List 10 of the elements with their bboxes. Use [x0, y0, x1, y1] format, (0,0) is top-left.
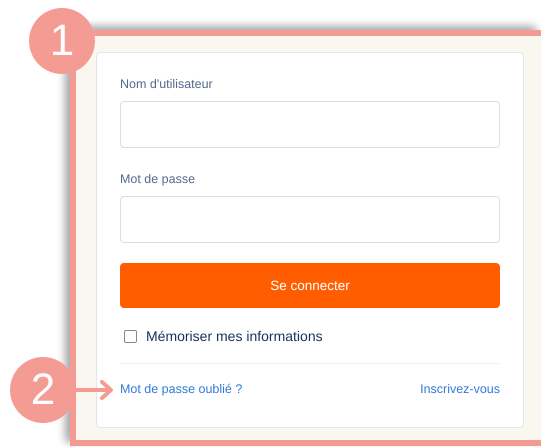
field-label: Mot de passe	[120, 172, 196, 186]
checkbox[interactable]	[124, 330, 137, 342]
checkbox-label: Mémoriser mes informations	[146, 328, 323, 344]
input-field[interactable]	[120, 101, 500, 148]
step-badge: 1	[29, 8, 95, 74]
input-field[interactable]	[120, 196, 500, 243]
text-link[interactable]: Inscrivez-vous	[420, 382, 500, 396]
text-link[interactable]: Mot de passe oublié ?	[120, 382, 242, 396]
field-label: Nom d'utilisateur	[120, 77, 214, 91]
login-button[interactable]: Se connecter	[120, 263, 500, 308]
